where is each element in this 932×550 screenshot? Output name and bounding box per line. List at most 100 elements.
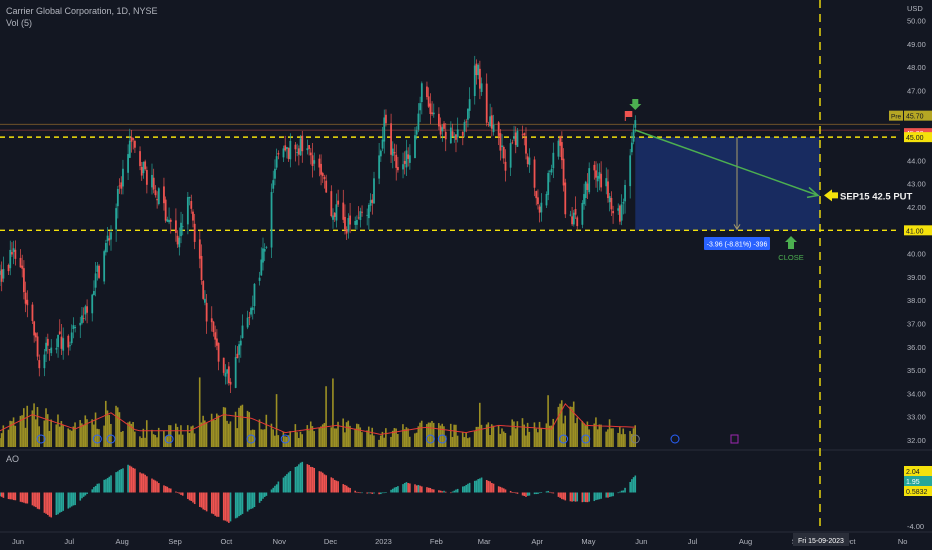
- candle-body: [487, 124, 490, 125]
- candle-body: [79, 322, 82, 326]
- volume-bar: [415, 432, 418, 447]
- candle-body: [504, 161, 507, 171]
- ao-bar: [214, 492, 216, 516]
- volume-bar: [333, 428, 336, 447]
- candle-body: [251, 307, 254, 311]
- volume-bar: [180, 425, 182, 447]
- candle-body: [337, 200, 340, 205]
- candle-body: [523, 133, 526, 136]
- candle-body: [140, 167, 143, 176]
- ao-bar: [475, 480, 478, 493]
- ao-bar: [378, 492, 380, 495]
- candle-body: [359, 211, 362, 221]
- candle-body: [475, 63, 478, 76]
- ao-bar: [308, 465, 310, 493]
- candle-body: [449, 127, 452, 144]
- candle-body: [178, 237, 181, 248]
- time-tick-label: Mar: [478, 537, 491, 546]
- ao-bar: [246, 492, 249, 512]
- volume-bar: [533, 422, 536, 447]
- price-badge-value: 41.00: [906, 228, 924, 235]
- candle-body: [104, 242, 107, 253]
- volume-bar: [57, 414, 59, 447]
- ao-bar: [538, 492, 541, 494]
- candle-body: [617, 208, 620, 211]
- volume-bar: [127, 422, 129, 447]
- volume-bar: [224, 407, 227, 447]
- volume-bar: [497, 425, 500, 447]
- candle-body: [598, 172, 601, 179]
- ao-bar: [419, 485, 421, 493]
- ao-bar: [86, 492, 88, 494]
- ao-bar: [438, 490, 440, 493]
- candle-body: [429, 103, 432, 114]
- ao-bar: [333, 479, 336, 493]
- volume-bar: [227, 423, 230, 447]
- volume-bar: [347, 420, 350, 447]
- candle-body: [443, 123, 445, 129]
- volume-bar: [408, 436, 411, 447]
- volume-bar: [43, 420, 46, 447]
- price-chart[interactable]: 50.0049.0048.0047.0046.0044.0043.0042.00…: [0, 0, 932, 550]
- candle-body: [198, 239, 201, 259]
- ao-bar: [492, 483, 495, 493]
- ao-bar: [282, 477, 285, 493]
- candle-body: [202, 281, 205, 299]
- volume-bar: [574, 423, 577, 447]
- candle-body: [511, 142, 514, 144]
- candle-body: [48, 349, 51, 351]
- volume-bar: [547, 395, 549, 447]
- volume-bar: [294, 424, 297, 447]
- ao-bar: [540, 492, 543, 493]
- candle-body: [549, 170, 551, 172]
- volume-bar: [378, 439, 380, 447]
- volume-bar: [9, 420, 11, 447]
- volume-bar: [139, 436, 141, 447]
- candle-body: [2, 269, 5, 279]
- volume-bar: [383, 437, 385, 447]
- ao-bar: [552, 492, 555, 494]
- ao-bar: [504, 489, 507, 493]
- ao-bar: [69, 492, 71, 508]
- candle-body: [612, 211, 614, 214]
- close-label: CLOSE: [778, 253, 803, 262]
- ao-bar: [608, 492, 611, 497]
- price-tick-label: 33.00: [907, 413, 926, 422]
- candle-body: [215, 338, 218, 346]
- volume-bar: [297, 437, 300, 447]
- volume-bar: [258, 419, 261, 447]
- volume-bar: [569, 406, 572, 447]
- ao-bar: [103, 479, 105, 493]
- volume-bar: [437, 423, 440, 447]
- ao-bar: [228, 492, 230, 523]
- volume-bar: [571, 406, 573, 447]
- candle-body: [605, 178, 608, 187]
- candle-body: [110, 232, 112, 240]
- candle-body: [403, 160, 406, 164]
- ao-bar: [168, 488, 170, 493]
- ao-bar: [405, 482, 408, 493]
- candle-body: [145, 170, 148, 185]
- candle-body: [610, 197, 613, 210]
- ao-bar: [58, 492, 61, 513]
- ao-legend: AO: [6, 454, 20, 464]
- time-tick-label: Aug: [115, 537, 128, 546]
- candle-body: [108, 238, 111, 241]
- ao-bar: [222, 492, 225, 521]
- ao-bar: [239, 492, 242, 516]
- volume-bar: [349, 425, 351, 447]
- candle-body: [629, 155, 632, 187]
- candle-body: [632, 129, 635, 142]
- measure-zone: [635, 137, 820, 231]
- ao-bar: [583, 492, 585, 502]
- candle-body: [289, 140, 292, 160]
- candle-body: [608, 196, 611, 203]
- candle-body: [630, 142, 633, 153]
- ao-bar: [224, 492, 227, 521]
- volume-bar: [313, 431, 315, 447]
- candle-body: [349, 215, 351, 225]
- ao-bar: [561, 492, 563, 500]
- volume-bar: [308, 430, 310, 447]
- candle-body: [456, 129, 459, 138]
- ao-bar: [19, 492, 22, 502]
